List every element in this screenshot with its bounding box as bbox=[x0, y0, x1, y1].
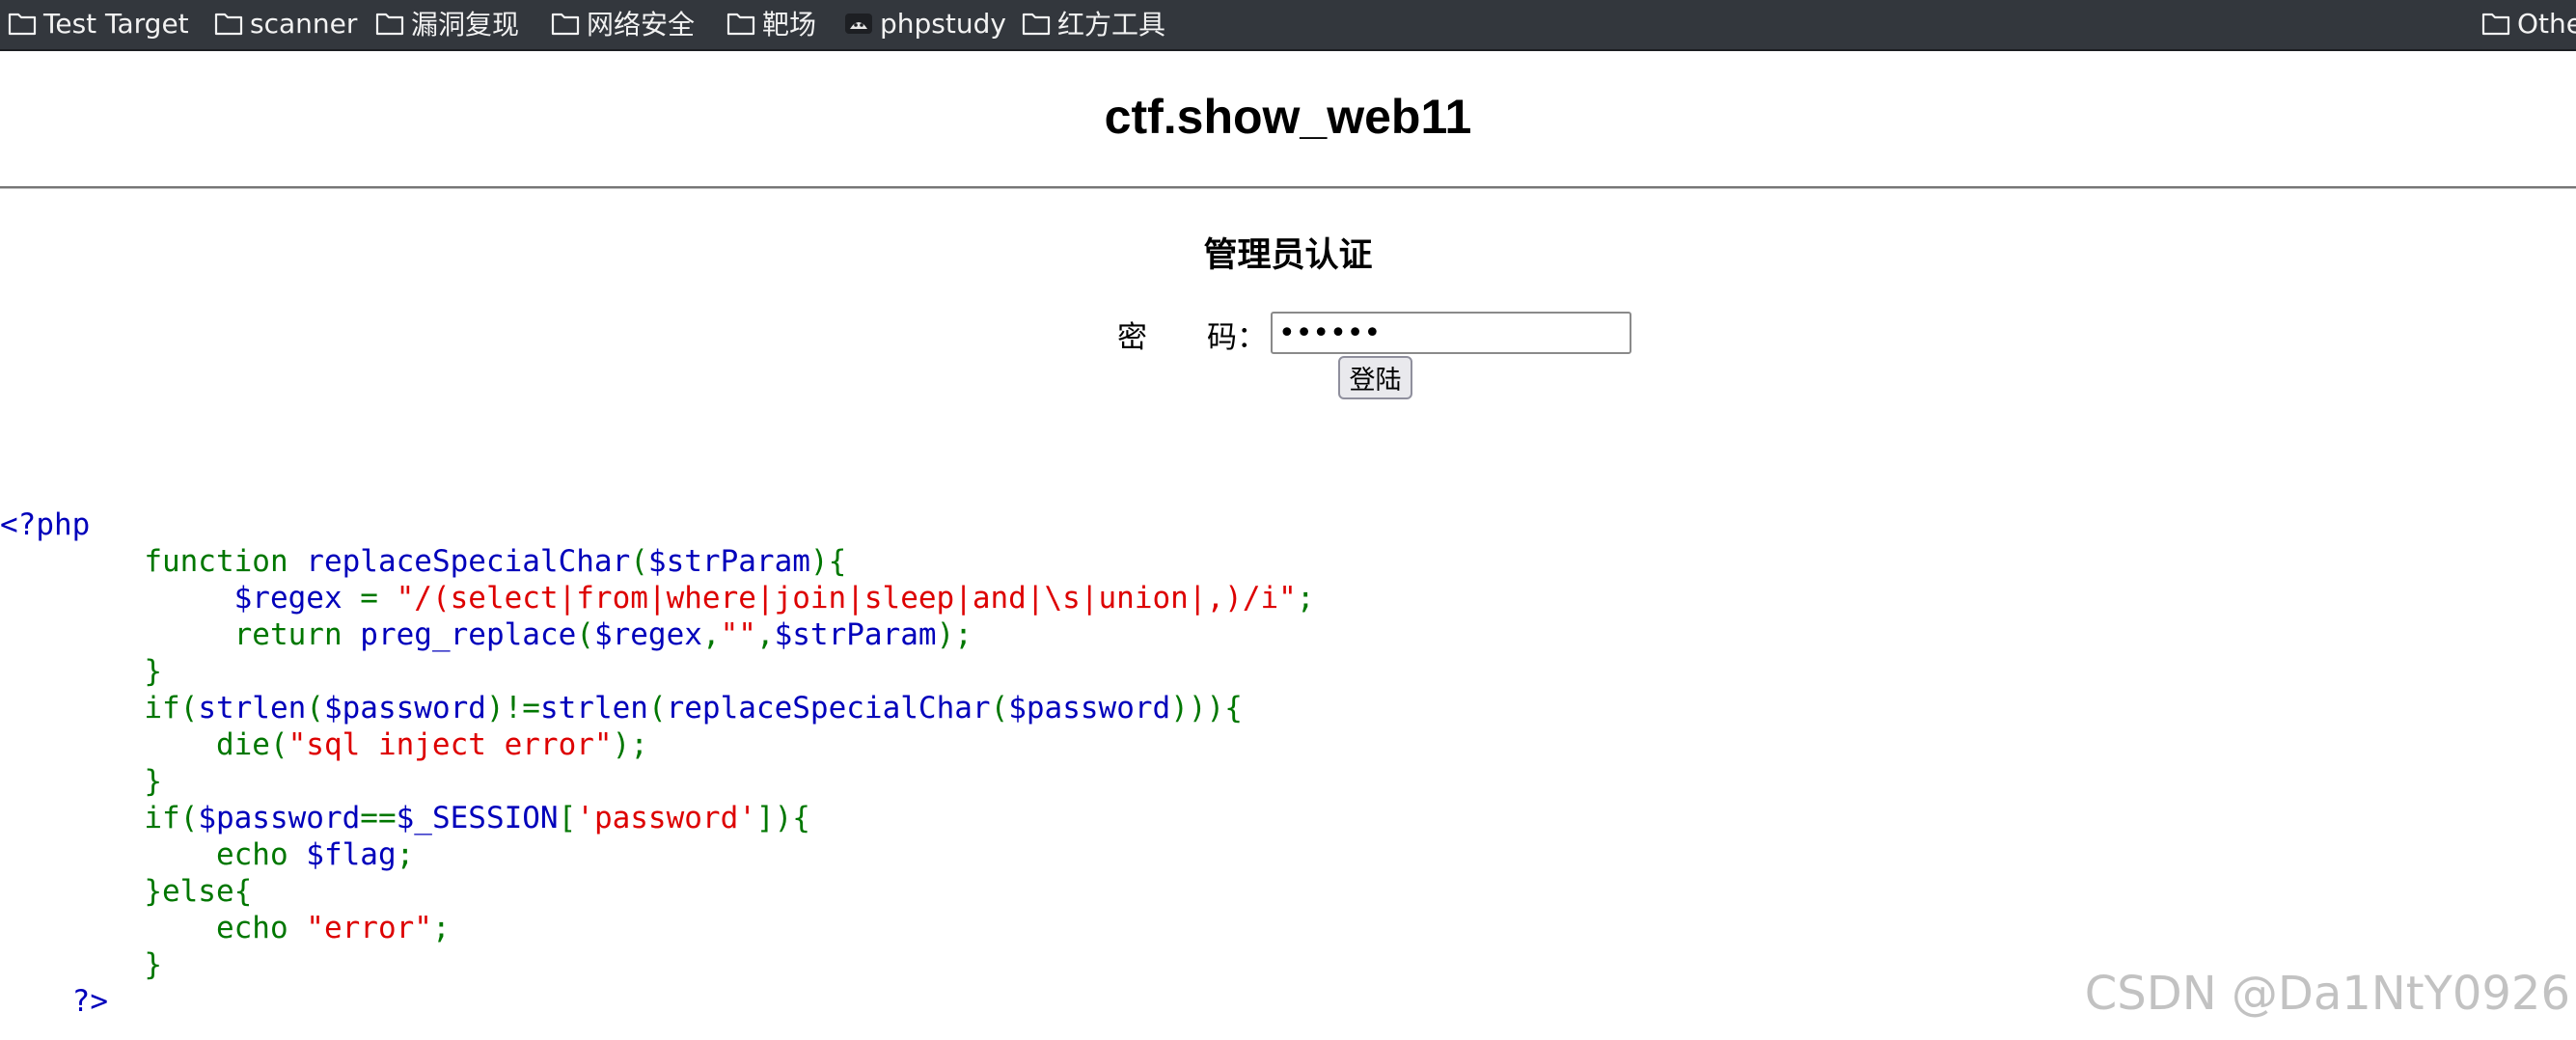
code-token: "error" bbox=[306, 911, 432, 945]
code-token: ; bbox=[396, 837, 415, 872]
code-token: ); bbox=[936, 617, 973, 652]
auth-heading: 管理员认证 bbox=[1203, 236, 1373, 275]
folder-icon bbox=[375, 11, 404, 36]
code-token: , bbox=[701, 617, 721, 652]
code-token: echo bbox=[215, 911, 307, 945]
code-token: } bbox=[144, 654, 162, 689]
bookmark-test-target[interactable]: Test Target bbox=[8, 6, 189, 41]
code-token: strlen bbox=[198, 691, 307, 725]
code-token: ))){ bbox=[1170, 691, 1243, 725]
code-token: "/(select|from|where|join|sleep|and|\s|u… bbox=[396, 581, 1297, 616]
folder-icon bbox=[214, 11, 243, 36]
bookmark-label: phpstudy bbox=[880, 7, 1006, 40]
code-token: 'password' bbox=[576, 801, 756, 835]
folder-icon bbox=[2481, 11, 2510, 36]
password-input[interactable] bbox=[1271, 312, 1631, 354]
bookmarks-bar: Test Target scanner 漏洞复现 网络安全 靶场 phpstud… bbox=[0, 0, 2576, 51]
code-token: ( bbox=[630, 544, 648, 579]
code-token: "sql inject error" bbox=[288, 727, 613, 762]
code-token: return bbox=[233, 617, 361, 652]
code-token: , bbox=[755, 617, 775, 652]
bookmark-netsec[interactable]: 网络安全 bbox=[551, 6, 695, 41]
code-line: }else{ bbox=[0, 873, 1314, 910]
code-token: $regex bbox=[233, 581, 343, 616]
code-token: } bbox=[144, 947, 162, 982]
code-token: $strParam bbox=[647, 544, 810, 579]
bookmark-label: Test Target bbox=[43, 7, 189, 40]
code-open-tag: <?php bbox=[0, 507, 91, 542]
code-token: $password bbox=[198, 801, 361, 835]
folder-icon bbox=[551, 11, 580, 36]
code-line: $regex = "/(select|from|where|join|sleep… bbox=[0, 580, 1315, 616]
horizontal-rule bbox=[0, 186, 2576, 189]
code-token: }else{ bbox=[144, 874, 253, 909]
code-token: [ bbox=[558, 801, 577, 835]
code-close-tag: ?> bbox=[71, 984, 108, 1019]
code-line: ?> bbox=[0, 983, 1314, 1020]
bookmark-red-tools[interactable]: 红方工具 bbox=[1022, 6, 1165, 41]
code-token: } bbox=[144, 764, 162, 799]
bookmark-scanner[interactable]: scanner bbox=[214, 6, 357, 41]
login-button[interactable]: 登陆 bbox=[1338, 356, 1412, 399]
code-token: if( bbox=[144, 801, 199, 835]
folder-icon bbox=[1022, 11, 1051, 36]
code-token: == bbox=[360, 801, 397, 835]
bookmark-label: 靶场 bbox=[762, 9, 817, 41]
code-token: ]){ bbox=[755, 801, 810, 835]
bookmark-phpstudy[interactable]: phpstudy bbox=[844, 6, 1006, 41]
folder-icon bbox=[8, 11, 37, 36]
code-line: echo "error"; bbox=[0, 910, 1314, 946]
folder-icon bbox=[726, 11, 755, 36]
bookmark-vuln-repro[interactable]: 漏洞复现 bbox=[375, 6, 519, 41]
bookmark-label: 网络安全 bbox=[587, 9, 696, 41]
bookmark-label: Othe bbox=[2517, 7, 2576, 40]
code-token: replaceSpecialChar bbox=[306, 544, 631, 579]
code-token: function bbox=[144, 544, 307, 579]
code-token: $regex bbox=[593, 617, 702, 652]
code-token: $flag bbox=[306, 837, 397, 872]
code-line: function replaceSpecialChar($strParam){ bbox=[0, 543, 1314, 580]
bookmark-label: 漏洞复现 bbox=[411, 9, 520, 41]
code-line: if($password==$_SESSION['password']){ bbox=[0, 800, 1314, 836]
code-token: ; bbox=[1296, 581, 1315, 616]
code-token: replaceSpecialChar bbox=[666, 691, 991, 725]
code-token: ( bbox=[306, 691, 324, 725]
code-line: <?php bbox=[0, 506, 1314, 543]
php-source-code: <?php function replaceSpecialChar($strPa… bbox=[0, 506, 1314, 1020]
phpstudy-icon bbox=[844, 11, 873, 36]
code-token: ( bbox=[647, 691, 667, 725]
code-token: $_SESSION bbox=[396, 801, 559, 835]
code-token: strlen bbox=[539, 691, 648, 725]
code-token: "" bbox=[720, 617, 756, 652]
code-token: = bbox=[342, 581, 397, 616]
code-token: ( bbox=[576, 617, 594, 652]
csdn-watermark: CSDN @Da1NtY0926 bbox=[2084, 967, 2570, 1021]
bookmark-range[interactable]: 靶场 bbox=[726, 6, 816, 41]
bookmark-label: 红方工具 bbox=[1057, 9, 1166, 41]
password-label: 密 码： bbox=[1117, 320, 1267, 355]
code-line: } bbox=[0, 946, 1314, 983]
code-token: ); bbox=[612, 727, 648, 762]
code-line: return preg_replace($regex,"",$strParam)… bbox=[0, 616, 1314, 653]
bookmark-label: scanner bbox=[250, 7, 358, 40]
code-token: )!= bbox=[485, 691, 540, 725]
code-token: if( bbox=[144, 691, 199, 725]
page-title: ctf.show_web11 bbox=[1104, 90, 1472, 144]
code-line: die("sql inject error"); bbox=[0, 726, 1314, 763]
bookmark-other[interactable]: Othe bbox=[2481, 6, 2576, 41]
code-token: ( bbox=[990, 691, 1009, 725]
code-token: $password bbox=[323, 691, 486, 725]
code-token: $strParam bbox=[774, 617, 937, 652]
code-token: $password bbox=[1008, 691, 1171, 725]
code-token: preg_replace bbox=[360, 617, 577, 652]
code-token: die( bbox=[215, 727, 288, 762]
code-line: } bbox=[0, 763, 1314, 800]
code-line: if(strlen($password)!=strlen(replaceSpec… bbox=[0, 690, 1314, 726]
code-line: echo $flag; bbox=[0, 836, 1314, 873]
code-token: echo bbox=[215, 837, 307, 872]
code-line: } bbox=[0, 653, 1314, 690]
code-token: ; bbox=[431, 911, 451, 945]
code-token: ){ bbox=[809, 544, 847, 579]
